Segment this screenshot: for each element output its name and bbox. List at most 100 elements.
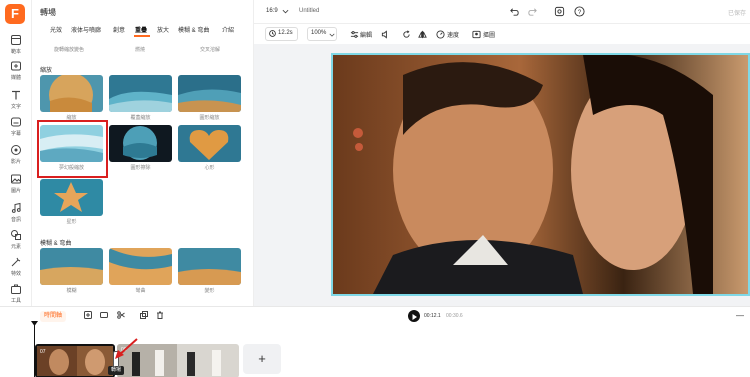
transition-thumb-zoom[interactable]: [40, 75, 103, 112]
rotate-icon[interactable]: [402, 30, 411, 39]
matte-button[interactable]: 摳圖: [483, 30, 495, 39]
sidebar-item-label: 文字: [10, 104, 21, 110]
image-icon: [11, 174, 21, 184]
speed-button[interactable]: 速度: [447, 30, 459, 39]
zoom-thumbnail: [40, 75, 103, 112]
timeline-toggle-button[interactable]: 時間軸: [40, 311, 67, 322]
current-time: 00:12.1: [424, 313, 441, 319]
tools-icon: [11, 284, 21, 294]
timeline-collapse-button[interactable]: —: [736, 311, 744, 320]
audio-icon: [11, 202, 21, 213]
video-frame-image: [333, 55, 748, 294]
app-logo[interactable]: F: [5, 4, 25, 24]
chevron-down-icon: [282, 9, 289, 14]
sidebar-item-label: 圖片: [10, 188, 21, 194]
undo-icon[interactable]: [509, 6, 520, 17]
delete-icon[interactable]: [156, 311, 164, 319]
category-tabs: 光效 液体与噴廊 創意 重疊 放大 模糊 & 弯曲 介紹: [32, 25, 254, 37]
duplicate-icon[interactable]: [140, 311, 148, 319]
sidebar-item-label: 工具: [10, 298, 21, 304]
transition-thumb-cover-zoom[interactable]: [109, 75, 172, 112]
help-icon[interactable]: ?: [574, 6, 585, 17]
blur-thumbnail: [40, 248, 103, 285]
sidebar-item-label: 媒體: [10, 75, 21, 81]
video-icon: [11, 145, 21, 155]
effects-icon: [11, 257, 21, 267]
sidebar-item-elements[interactable]: 元素: [0, 229, 32, 255]
transition-thumb-circle-wipe[interactable]: [109, 125, 172, 162]
sidebar-item-video[interactable]: 影片: [0, 144, 32, 170]
left-rail: F 範本 媒體 文字 字幕 影片 圖片 音訊 元素 特效 工具: [0, 0, 32, 310]
flip-icon[interactable]: [418, 30, 427, 39]
thumb-label: 變形: [204, 288, 215, 294]
speed-icon[interactable]: [436, 30, 445, 39]
sidebar-item-media[interactable]: 媒體: [0, 60, 32, 86]
circle-zoom-thumbnail: [178, 75, 241, 112]
save-status: 已保存: [728, 11, 747, 17]
video-clip-1[interactable]: 07: [35, 344, 115, 377]
duration-value: 12.2s: [278, 30, 293, 36]
transition-thumb-circle-zoom[interactable]: [178, 75, 241, 112]
top-bar: 16:9 Untitled ? 已保存: [254, 0, 750, 24]
tab-intro[interactable]: 介紹: [222, 25, 234, 34]
matte-icon[interactable]: [472, 30, 481, 39]
tab-overlay[interactable]: 重疊: [135, 25, 147, 34]
tab-liquid[interactable]: 液体与噴廊: [71, 25, 101, 34]
sidebar-item-effects[interactable]: 特效: [0, 256, 32, 282]
sidebar-item-label: 音訊: [10, 217, 21, 223]
volume-icon[interactable]: [381, 30, 390, 39]
prev-item-label: 燃燒: [135, 47, 146, 53]
video-preview[interactable]: [331, 53, 750, 296]
play-icon: [412, 314, 417, 320]
freeze-icon[interactable]: [100, 311, 108, 319]
editor-app: F 範本 媒體 文字 字幕 影片 圖片 音訊 元素 特效 工具 轉場 光效 液体…: [0, 0, 750, 377]
thumb-label: 覆蓋縮放: [130, 115, 151, 121]
scissors-icon[interactable]: [117, 311, 125, 319]
panel-title: 轉場: [40, 8, 56, 17]
aspect-ratio-select[interactable]: 16:9: [266, 8, 278, 14]
sidebar-item-label: 範本: [10, 49, 21, 55]
adjust-icon[interactable]: [350, 30, 359, 39]
sidebar-item-template[interactable]: 範本: [0, 34, 32, 60]
screenshot-icon[interactable]: [554, 6, 565, 17]
tab-zoom[interactable]: 放大: [157, 25, 169, 34]
transition-thumb-morph[interactable]: [178, 248, 241, 285]
editor-toolbar: 12.2s 100% 編輯 速度 摳圖: [258, 26, 750, 44]
section-title: 模糊 & 弯曲: [40, 241, 72, 247]
sidebar-item-audio[interactable]: 音訊: [0, 202, 32, 228]
heart-thumbnail: [178, 125, 241, 162]
transition-thumb-warp[interactable]: [109, 248, 172, 285]
add-clip-button[interactable]: +: [243, 344, 281, 374]
sidebar-item-label: 影片: [10, 159, 21, 165]
sidebar-item-label: 字幕: [10, 131, 21, 137]
thumb-label: 星形: [66, 219, 77, 225]
sidebar-item-label: 特效: [10, 271, 21, 277]
thumb-label: 圓形縮放: [199, 115, 220, 121]
tab-blur-warp[interactable]: 模糊 & 弯曲: [178, 25, 209, 34]
transition-thumb-heart[interactable]: [178, 125, 241, 162]
clip-1-thumbnail: [37, 346, 113, 376]
split-icon[interactable]: [84, 311, 92, 319]
play-button[interactable]: [408, 310, 420, 322]
annotation-arrow: [115, 338, 138, 359]
tab-light[interactable]: 光效: [50, 25, 62, 34]
project-name-field[interactable]: Untitled: [299, 8, 319, 14]
sidebar-item-image[interactable]: 圖片: [0, 173, 32, 199]
section-title: 縮放: [40, 68, 53, 74]
transition-thumb-blur[interactable]: [40, 248, 103, 285]
chevron-down-icon: [329, 33, 335, 37]
sidebar-item-text[interactable]: 文字: [0, 89, 32, 115]
morph-thumbnail: [178, 248, 241, 285]
warp-thumbnail: [109, 248, 172, 285]
transition-thumb-star[interactable]: [40, 179, 103, 216]
tab-creative[interactable]: 創意: [113, 25, 125, 34]
edit-button[interactable]: 編輯: [360, 30, 372, 39]
sidebar-item-subtitle[interactable]: 字幕: [0, 116, 32, 142]
prev-item-label: 旋轉縮放變色: [54, 47, 85, 53]
redo-icon[interactable]: [527, 6, 538, 17]
svg-text:?: ?: [578, 9, 582, 16]
thumb-label: 模糊: [66, 288, 77, 294]
playhead-handle[interactable]: [31, 321, 38, 327]
thumb-label: 心形: [204, 165, 215, 171]
media-icon: [11, 61, 21, 71]
